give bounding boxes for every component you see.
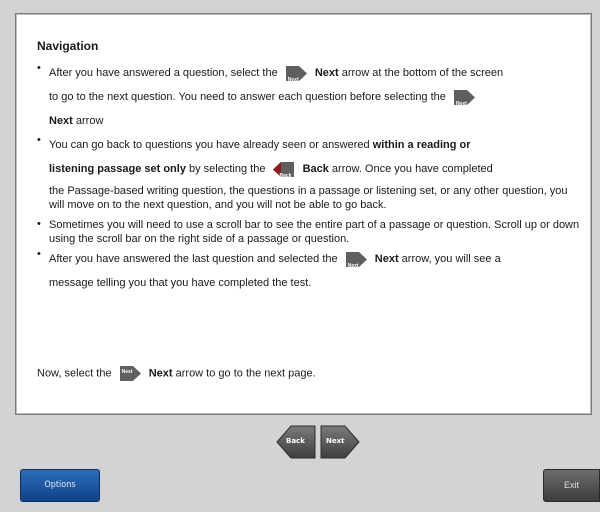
next-arrow-icon: Next	[117, 364, 143, 383]
exit-button[interactable]: Exit	[543, 469, 600, 502]
next-arrow-icon: Next	[451, 88, 477, 107]
instruction-item: • You can go back to questions you have …	[37, 134, 582, 212]
instruction-text: Sometimes you will need to use a scroll …	[49, 219, 580, 245]
instruction-text: After you have answered the last questio…	[49, 253, 338, 265]
instructions-body: Navigation • After you have answered a q…	[37, 39, 582, 296]
next-button-label: Next	[326, 437, 345, 445]
instruction-bold: Next	[314, 67, 339, 79]
options-button[interactable]: Options	[20, 469, 100, 502]
instruction-text: the Passage-based writing question, the …	[49, 185, 568, 211]
instruction-text: After you have answered a question, sele…	[49, 67, 278, 79]
test-window: Navigation • After you have answered a q…	[0, 0, 600, 512]
closing-instruction: Now, select the Next Next arrow to go to…	[37, 364, 316, 383]
back-button[interactable]: Back	[275, 423, 317, 461]
next-arrow-icon: Next	[283, 64, 309, 83]
instructions-panel: Navigation • After you have answered a q…	[15, 13, 592, 415]
icon-label: Next	[121, 369, 133, 375]
closing-bold: Next	[148, 367, 173, 380]
instruction-text: arrow	[75, 115, 104, 127]
instruction-text: by selecting the	[189, 163, 266, 175]
next-arrow-icon: Next	[343, 250, 369, 269]
instruction-text: message telling you that you have comple…	[49, 277, 312, 289]
instruction-bold: Back	[302, 163, 329, 175]
bullet-dot: •	[37, 62, 41, 74]
instruction-bold: Next	[49, 115, 73, 127]
closing-text: Now, select the	[37, 367, 112, 380]
panel-heading: Navigation	[37, 39, 99, 53]
icon-label: Next	[455, 100, 467, 107]
instruction-item: • After you have answered the last quest…	[37, 248, 582, 296]
icon-label: Next	[347, 262, 359, 269]
next-button[interactable]: Next	[319, 423, 361, 461]
bullet-dot: •	[37, 218, 41, 230]
instruction-item: • Sometimes you will need to use a scrol…	[37, 218, 582, 246]
navigation-arrows: Back Next	[275, 423, 365, 463]
instruction-text: arrow. Once you have completed	[331, 163, 493, 175]
instruction-text: arrow at the bottom of the screen	[341, 67, 504, 79]
icon-label: Back	[279, 172, 292, 179]
instruction-bold: Next	[374, 253, 399, 265]
instruction-item: • After you have answered a question, se…	[37, 62, 582, 134]
instruction-bold: within a reading or	[372, 139, 471, 151]
instruction-text: to go to the next question. You need to …	[49, 91, 446, 103]
back-button-label: Back	[286, 437, 305, 445]
icon-label: Next	[287, 76, 299, 83]
back-arrow-icon: Back	[271, 160, 297, 179]
closing-text: arrow to go to the next page.	[175, 367, 316, 380]
instruction-text: arrow, you will see a	[401, 253, 501, 265]
bullet-dot: •	[37, 134, 41, 146]
bullet-dot: •	[37, 248, 41, 260]
instruction-bold: listening passage set only	[49, 163, 186, 175]
instruction-text: You can go back to questions you have al…	[49, 139, 370, 151]
